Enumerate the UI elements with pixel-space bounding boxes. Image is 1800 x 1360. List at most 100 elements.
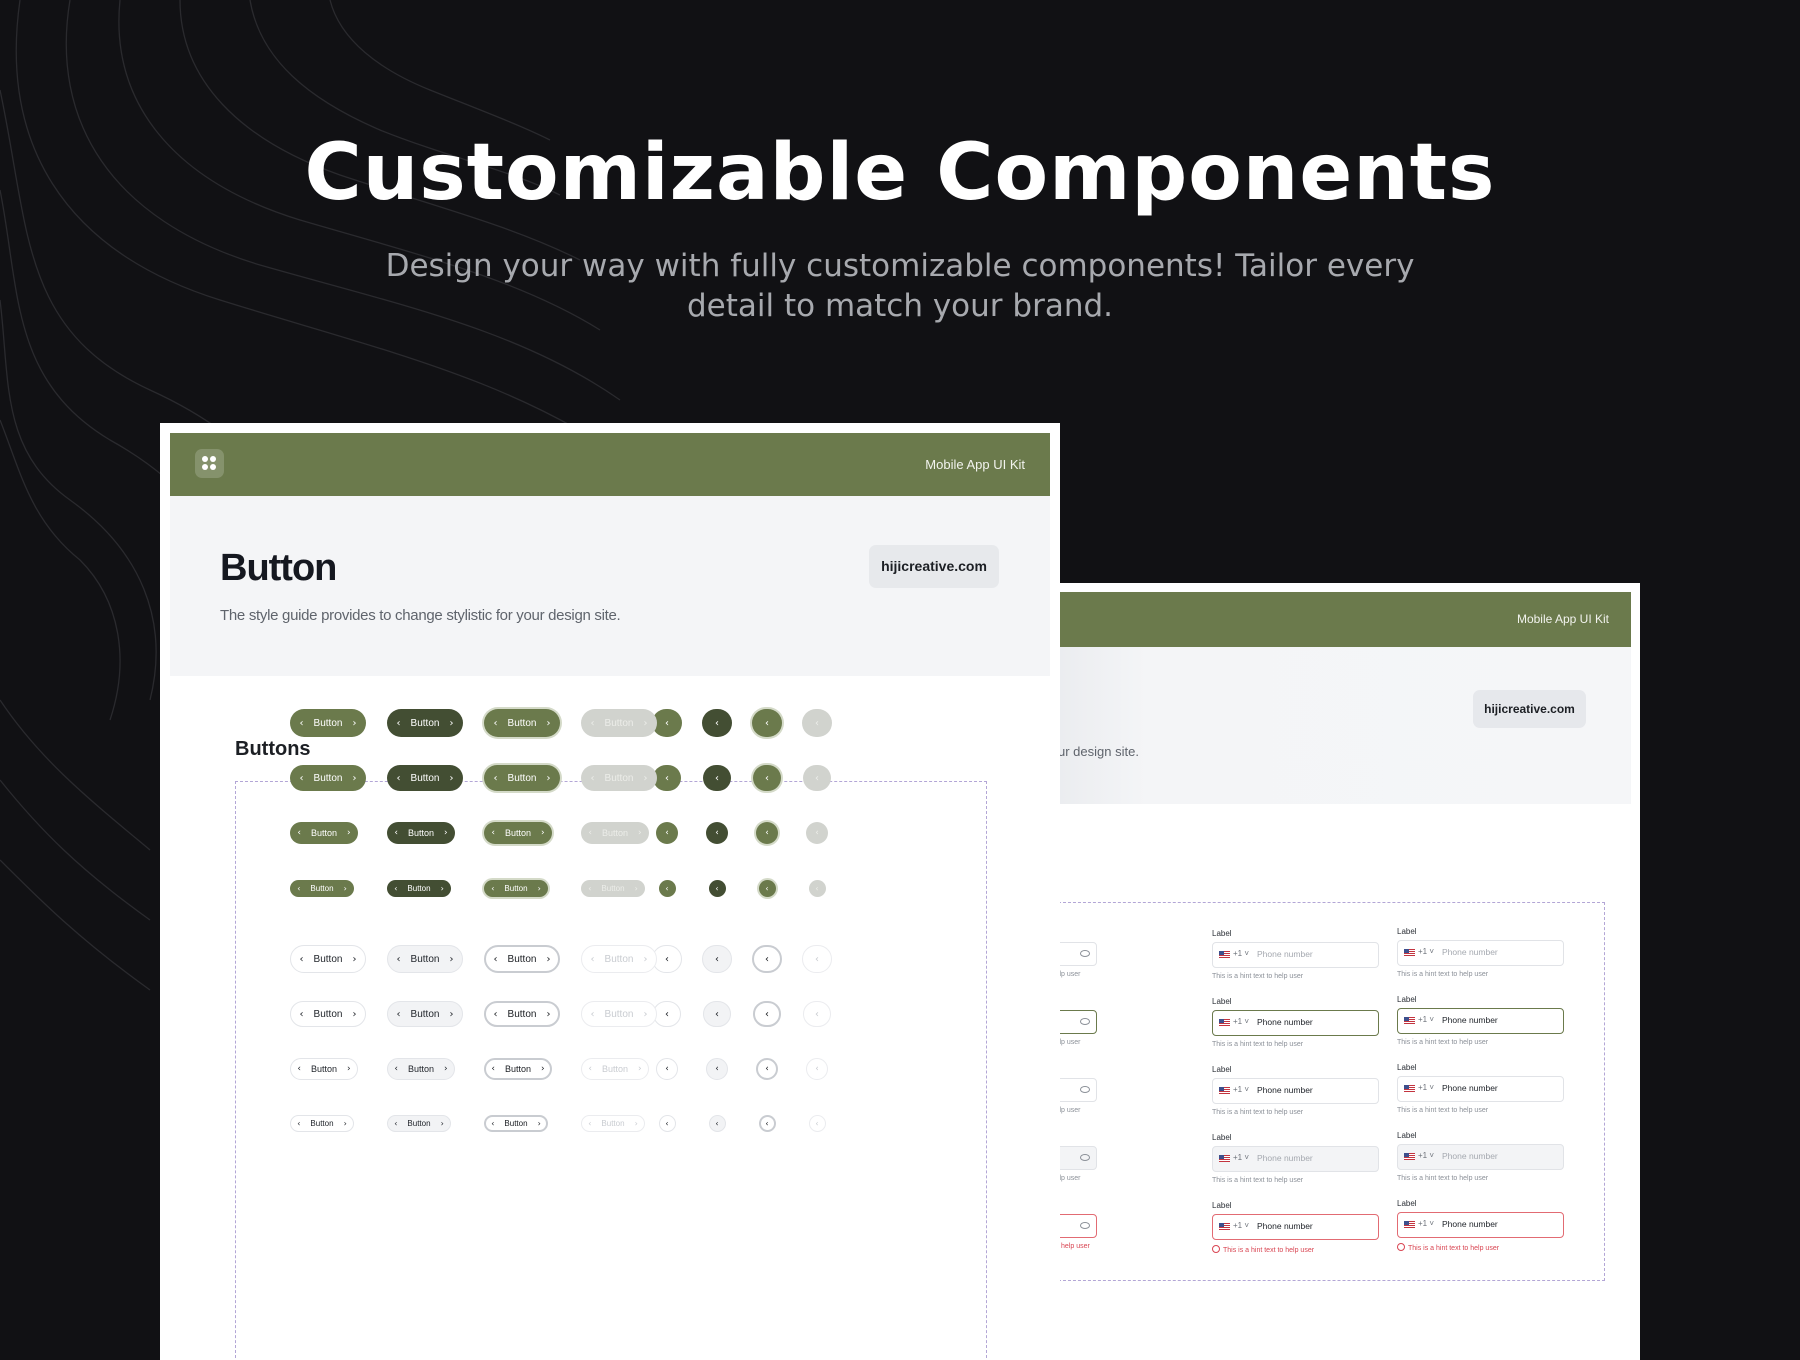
button-white-gray-xsmall[interactable]: ‹ Button › — [387, 1114, 451, 1132]
button-white-disabled-xsmall[interactable]: ‹ Button › — [581, 1114, 645, 1132]
icon-button-white-disabled-small[interactable]: ‹ — [806, 1058, 828, 1080]
phone-input[interactable]: +1 ˅ Phone number — [1212, 1010, 1379, 1036]
icon-button-dark-medium[interactable]: ‹ — [703, 765, 731, 791]
icon-button-disabled-large[interactable]: ‹ — [802, 709, 832, 737]
button-outlined-medium[interactable]: ‹ Button › — [484, 765, 560, 791]
icon-button-white-strong-xsmall[interactable]: ‹ — [758, 1114, 776, 1132]
button-dark-xsmall[interactable]: ‹ Button › — [387, 879, 451, 897]
chevron-left-icon: ‹ — [665, 883, 669, 893]
button-disabled-medium[interactable]: ‹ Button › — [581, 765, 657, 791]
button-outlined-large[interactable]: ‹ Button › — [484, 709, 560, 737]
button-label: Button — [410, 1008, 440, 1020]
site-link-button[interactable]: hijicreative.com — [1473, 690, 1586, 728]
button-white-gray-large[interactable]: ‹ Button › — [387, 945, 463, 973]
button-white-strong-large[interactable]: ‹ Button › — [484, 945, 560, 973]
icon-button-disabled-xsmall[interactable]: ‹ — [808, 879, 826, 897]
button-white-disabled-medium[interactable]: ‹ Button › — [581, 1001, 657, 1027]
icon-button-dark-small[interactable]: ‹ — [706, 822, 728, 844]
country-code-select[interactable]: +1 ˅ — [1418, 1015, 1434, 1024]
country-code-select[interactable]: +1 ˅ — [1418, 947, 1434, 956]
country-code-select[interactable]: +1 ˅ — [1233, 949, 1249, 958]
icon-button-white-default-xsmall[interactable]: ‹ — [658, 1114, 676, 1132]
country-code-select[interactable]: +1 ˅ — [1418, 1083, 1434, 1092]
button-primary-medium[interactable]: ‹ Button › — [290, 765, 366, 791]
button-dark-large[interactable]: ‹ Button › — [387, 709, 463, 737]
button-primary-xsmall[interactable]: ‹ Button › — [290, 879, 354, 897]
icon-button-white-strong-large[interactable]: ‹ — [752, 945, 782, 973]
button-dark-medium[interactable]: ‹ Button › — [387, 765, 463, 791]
phone-input[interactable]: +1 ˅ Phone number — [1212, 942, 1379, 968]
button-white-default-large[interactable]: ‹ Button › — [290, 945, 366, 973]
icon-button-white-strong-small[interactable]: ‹ — [756, 1058, 778, 1080]
country-code-select[interactable]: +1 ˅ — [1233, 1221, 1249, 1230]
chevron-left-icon: ‹ — [765, 1118, 769, 1128]
button-white-gray-medium[interactable]: ‹ Button › — [387, 1001, 463, 1027]
button-primary-large[interactable]: ‹ Button › — [290, 709, 366, 737]
icon-button-outlined-xsmall[interactable]: ‹ — [758, 879, 776, 897]
country-code-select[interactable]: +1 ˅ — [1418, 1219, 1434, 1228]
country-code-select[interactable]: +1 ˅ — [1418, 1151, 1434, 1160]
us-flag-icon — [1219, 1019, 1230, 1026]
button-disabled-large[interactable]: ‹ Button › — [581, 709, 657, 737]
us-flag-icon — [1404, 1221, 1415, 1228]
chevron-right-icon: › — [449, 1008, 454, 1020]
button-white-disabled-large[interactable]: ‹ Button › — [581, 945, 657, 973]
button-primary-small[interactable]: ‹ Button › — [290, 822, 358, 844]
button-outlined-small[interactable]: ‹ Button › — [484, 822, 552, 844]
icon-button-white-gray-medium[interactable]: ‹ — [703, 1001, 731, 1027]
app-grid-logo-icon[interactable] — [195, 449, 224, 478]
icon-button-primary-xsmall[interactable]: ‹ — [658, 879, 676, 897]
button-white-default-xsmall[interactable]: ‹ Button › — [290, 1114, 354, 1132]
chevron-right-icon: › — [347, 828, 351, 838]
icon-button-white-gray-small[interactable]: ‹ — [706, 1058, 728, 1080]
phone-input[interactable]: +1 ˅ Phone number — [1212, 1214, 1379, 1240]
eye-icon[interactable] — [1080, 1154, 1090, 1161]
chevron-left-icon: ‹ — [396, 717, 401, 729]
button-white-strong-small[interactable]: ‹ Button › — [484, 1058, 552, 1080]
button-white-strong-xsmall[interactable]: ‹ Button › — [484, 1114, 548, 1132]
button-dark-small[interactable]: ‹ Button › — [387, 822, 455, 844]
country-code-select[interactable]: +1 ˅ — [1233, 1017, 1249, 1026]
icon-button-disabled-small[interactable]: ‹ — [806, 822, 828, 844]
icon-button-outlined-small[interactable]: ‹ — [756, 822, 778, 844]
eye-icon[interactable] — [1080, 950, 1090, 957]
icon-button-white-default-medium[interactable]: ‹ — [653, 1001, 681, 1027]
button-disabled-small[interactable]: ‹ Button › — [581, 822, 649, 844]
phone-input[interactable]: +1 ˅ Phone number — [1397, 1212, 1564, 1238]
phone-input[interactable]: +1 ˅ Phone number — [1397, 1076, 1564, 1102]
icon-button-white-default-small[interactable]: ‹ — [656, 1058, 678, 1080]
icon-button-white-gray-xsmall[interactable]: ‹ — [708, 1114, 726, 1132]
phone-input[interactable]: +1 ˅ Phone number — [1397, 1008, 1564, 1034]
icon-button-outlined-large[interactable]: ‹ — [752, 709, 782, 737]
button-white-strong-medium[interactable]: ‹ Button › — [484, 1001, 560, 1027]
country-code-select[interactable]: +1 ˅ — [1233, 1153, 1249, 1162]
button-white-default-medium[interactable]: ‹ Button › — [290, 1001, 366, 1027]
button-disabled-xsmall[interactable]: ‹ Button › — [581, 879, 645, 897]
icon-button-disabled-medium[interactable]: ‹ — [803, 765, 831, 791]
button-white-gray-small[interactable]: ‹ Button › — [387, 1058, 455, 1080]
icon-button-white-strong-medium[interactable]: ‹ — [753, 1001, 781, 1027]
icon-button-outlined-medium[interactable]: ‹ — [753, 765, 781, 791]
eye-icon[interactable] — [1080, 1018, 1090, 1025]
button-white-default-small[interactable]: ‹ Button › — [290, 1058, 358, 1080]
country-code-select[interactable]: +1 ˅ — [1233, 1085, 1249, 1094]
icon-button-white-disabled-xsmall[interactable]: ‹ — [808, 1114, 826, 1132]
icon-button-white-gray-large[interactable]: ‹ — [702, 945, 732, 973]
eye-icon[interactable] — [1080, 1086, 1090, 1093]
phone-input[interactable]: +1 ˅ Phone number — [1397, 940, 1564, 966]
icon-button-primary-small[interactable]: ‹ — [656, 822, 678, 844]
icon-button-primary-medium[interactable]: ‹ — [653, 765, 681, 791]
button-white-disabled-small[interactable]: ‹ Button › — [581, 1058, 649, 1080]
icon-button-white-disabled-medium[interactable]: ‹ — [803, 1001, 831, 1027]
icon-button-white-disabled-large[interactable]: ‹ — [802, 945, 832, 973]
icon-button-dark-large[interactable]: ‹ — [702, 709, 732, 737]
chevron-right-icon: › — [449, 717, 454, 729]
button-outlined-xsmall[interactable]: ‹ Button › — [484, 879, 548, 897]
button-label: Button — [310, 828, 338, 838]
eye-icon[interactable] — [1080, 1222, 1090, 1229]
phone-input[interactable]: +1 ˅ Phone number — [1212, 1078, 1379, 1104]
icon-button-dark-xsmall[interactable]: ‹ — [708, 879, 726, 897]
phone-input[interactable]: +1 ˅ Phone number — [1212, 1146, 1379, 1172]
site-link-button[interactable]: hijicreative.com — [869, 545, 999, 588]
phone-input[interactable]: +1 ˅ Phone number — [1397, 1144, 1564, 1170]
